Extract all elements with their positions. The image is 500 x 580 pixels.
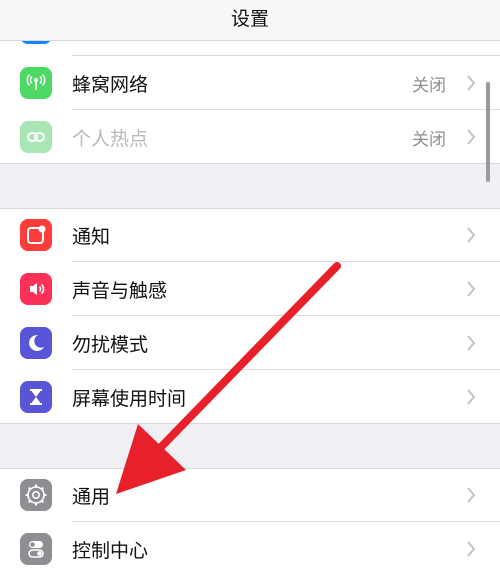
- do-not-disturb-label: 勿扰模式: [72, 334, 149, 356]
- control-center-label: 控制中心: [72, 540, 149, 562]
- settings-row-cellular[interactable]: 蜂窝网络 关闭: [0, 56, 500, 110]
- sounds-haptics-label: 声音与触感: [72, 280, 168, 302]
- settings-row-notifications[interactable]: 通知: [0, 208, 500, 262]
- general-label: 通用: [72, 486, 111, 508]
- chevron-right-icon: [467, 75, 476, 91]
- settings-row-general[interactable]: 通用: [0, 468, 500, 522]
- moon-icon: [20, 327, 52, 359]
- chevron-right-icon: [467, 281, 476, 297]
- chevron-right-icon: [467, 389, 476, 405]
- page-title: 设置: [230, 8, 269, 30]
- settings-group-network: 蜂窝网络 关闭 个人热点 关闭: [0, 56, 500, 164]
- notifications-label: 通知: [72, 226, 111, 248]
- scroll-indicator[interactable]: [486, 82, 490, 182]
- screen-time-label: 屏幕使用时间: [72, 388, 187, 410]
- chevron-right-icon: [467, 487, 476, 503]
- personal-hotspot-label: 个人热点: [72, 128, 149, 150]
- settings-group-general: 通用 控制中心: [0, 468, 500, 580]
- chevron-right-icon: [467, 541, 476, 557]
- settings-row-personal-hotspot[interactable]: 个人热点 关闭: [0, 110, 500, 164]
- settings-row-do-not-disturb[interactable]: 勿扰模式: [0, 316, 500, 370]
- cellular-value: 关闭: [412, 76, 446, 96]
- settings-row-control-center[interactable]: 控制中心: [0, 522, 500, 576]
- settings-row-screen-time[interactable]: 屏幕使用时间: [0, 370, 500, 424]
- toggle-switches-icon: [20, 533, 52, 565]
- cellular-label: 蜂窝网络: [72, 74, 149, 96]
- divider: [0, 423, 500, 424]
- chevron-right-icon: [467, 335, 476, 351]
- chevron-right-icon: [467, 129, 476, 145]
- personal-hotspot-value: 关闭: [412, 130, 446, 150]
- personal-hotspot-icon: [20, 121, 52, 153]
- notifications-icon: [20, 219, 52, 251]
- divider: [0, 163, 500, 164]
- chevron-right-icon: [467, 227, 476, 243]
- gear-icon: [20, 479, 52, 511]
- hourglass-icon: [20, 381, 52, 413]
- settings-group-notifications: 通知 声音与触感 勿扰模式 屏幕使用时间: [0, 208, 500, 424]
- cellular-antenna-icon: [20, 67, 52, 99]
- settings-group-top-partial: [0, 30, 500, 56]
- sound-speaker-icon: [20, 273, 52, 305]
- navigation-bar: 设置: [0, 0, 500, 41]
- settings-row-sounds-haptics[interactable]: 声音与触感: [0, 262, 500, 316]
